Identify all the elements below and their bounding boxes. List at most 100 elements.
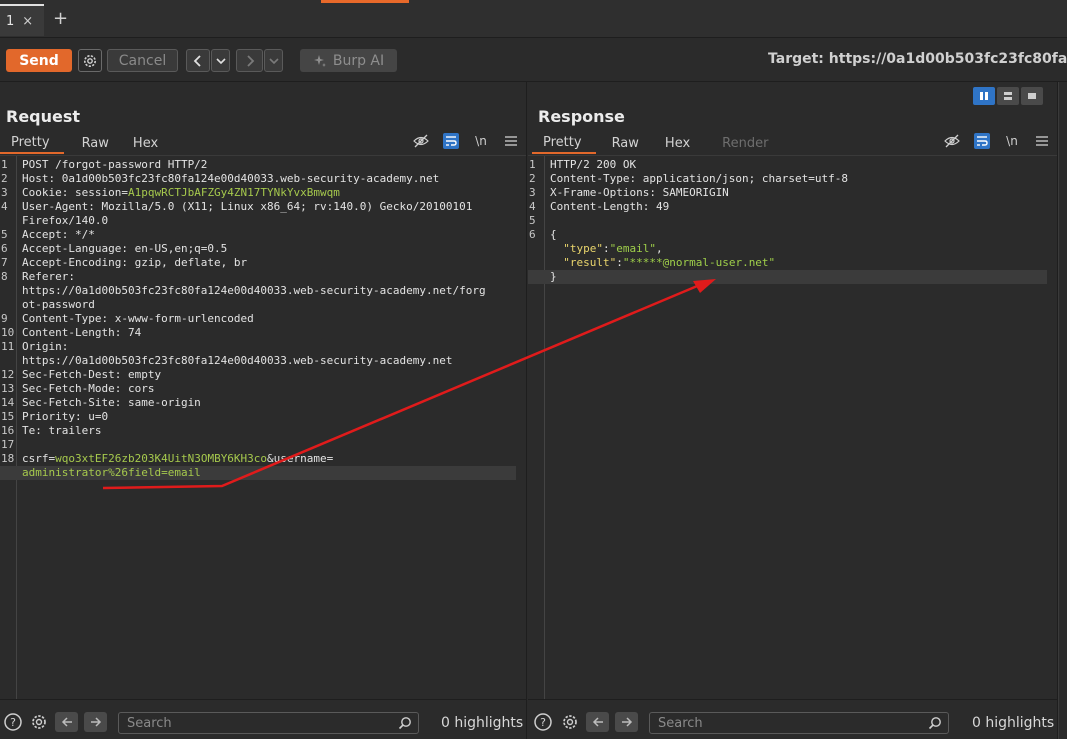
next-match-button[interactable]	[84, 712, 107, 732]
line-text: Content-Type: x-www-form-urlencoded	[22, 312, 254, 325]
line-number: 11	[1, 340, 15, 353]
code-line: 2 Content-Type: application/json; charset…	[528, 172, 1047, 186]
code-line: "type":"email",	[528, 242, 1047, 256]
svg-text:?: ?	[10, 716, 16, 729]
settings-gear-button[interactable]	[78, 49, 102, 72]
side-panel-strip	[1058, 82, 1067, 739]
forward-history-dropdown[interactable]	[264, 49, 283, 72]
tab-raw[interactable]: Raw	[64, 132, 123, 154]
line-number: 10	[1, 326, 15, 339]
chevron-down-icon	[268, 57, 279, 64]
tab-render[interactable]: Render	[704, 132, 782, 154]
wrap-lines-icon[interactable]	[974, 133, 990, 149]
search-icon	[398, 716, 412, 734]
response-tools: \n	[944, 133, 1050, 149]
line-number: 5	[529, 214, 536, 227]
previous-match-button[interactable]	[55, 712, 78, 732]
code-line: 2 Host: 0a1d00b503fc23fc80fa124e00d40033.…	[0, 172, 516, 186]
line-number: 18	[1, 452, 15, 465]
newline-toggle-icon[interactable]: \n	[473, 133, 489, 149]
chevron-right-icon	[246, 54, 254, 67]
line-number: 6	[1, 242, 8, 255]
burp-ai-button[interactable]: Burp AI	[300, 49, 397, 72]
code-line: 18 csrf=wqo3xtEF26zb203K4UitN3OMBY6KH3co&…	[0, 452, 516, 466]
code-line: 8 Referer:	[0, 270, 516, 284]
forward-button[interactable]	[236, 49, 263, 72]
line-text: Accept-Language: en-US,en;q=0.5	[22, 242, 228, 255]
line-number: 4	[529, 200, 536, 213]
tab-raw[interactable]: Raw	[596, 132, 653, 154]
code-line: 6 Accept-Language: en-US,en;q=0.5	[0, 242, 516, 256]
gear-icon[interactable]	[559, 712, 581, 732]
tab-1[interactable]: 1 ×	[0, 4, 44, 36]
chevron-down-icon	[215, 57, 226, 64]
code-line: 3 Cookie: session=A1pqwRCTJbAFZGy4ZN17TYN…	[0, 186, 516, 200]
search-placeholder: Search	[127, 715, 172, 731]
code-line: 1 POST /forgot-password HTTP/2	[0, 158, 516, 172]
wrap-lines-icon[interactable]	[443, 133, 459, 149]
line-number: 7	[1, 256, 8, 269]
back-button[interactable]	[186, 49, 210, 72]
hide-eye-icon[interactable]	[944, 133, 960, 149]
tab-pretty[interactable]: Pretty	[0, 132, 64, 154]
search-input[interactable]: Search	[118, 712, 419, 734]
newline-toggle-icon[interactable]: \n	[1004, 133, 1020, 149]
line-text: Sec-Fetch-Site: same-origin	[22, 396, 201, 409]
next-match-button[interactable]	[615, 712, 638, 732]
close-icon[interactable]: ×	[22, 14, 33, 29]
line-text: Content-Length: 74	[22, 326, 142, 339]
request-title: Request	[6, 107, 81, 126]
response-panel: Response Pretty Raw Hex Render \n 1 HTTP/…	[528, 82, 1058, 739]
code-line: 5	[528, 214, 1047, 228]
tab-pretty[interactable]: Pretty	[532, 132, 596, 154]
line-number: 9	[1, 312, 8, 325]
add-tab-icon[interactable]: +	[53, 8, 68, 29]
single-pane-icon	[1028, 93, 1036, 99]
tab-hex[interactable]: Hex	[653, 132, 704, 154]
tab-hex[interactable]: Hex	[123, 132, 172, 154]
request-lines: 1 POST /forgot-password HTTP/2 2 Host: 0a1d…	[0, 158, 516, 480]
line-number: 3	[1, 186, 8, 199]
active-indicator	[321, 0, 409, 3]
line-number	[0, 298, 17, 312]
help-icon[interactable]: ?	[2, 712, 24, 732]
code-line: }	[528, 270, 1047, 284]
line-text: Accept-Encoding: gzip, deflate, br	[22, 256, 248, 269]
line-text: Sec-Fetch-Dest: empty	[22, 368, 162, 381]
send-button[interactable]: Send	[6, 49, 72, 72]
target-url[interactable]: Target: https://0a1d00b503fc23fc80fa124e…	[768, 51, 1067, 67]
menu-icon[interactable]	[1034, 133, 1050, 149]
help-icon[interactable]: ?	[532, 712, 554, 732]
line-text: X-Frame-Options: SAMEORIGIN	[550, 186, 729, 199]
code-line: 7 Accept-Encoding: gzip, deflate, br	[0, 256, 516, 270]
request-tools: \n	[413, 133, 519, 149]
previous-match-button[interactable]	[586, 712, 609, 732]
line-text: Referer:	[22, 270, 75, 283]
line-text: csrf=wqo3xtEF26zb203K4UitN3OMBY6KH3co&us…	[22, 452, 334, 465]
split-vertical-layout-button[interactable]	[997, 87, 1019, 105]
request-panel: Request Pretty Raw Hex \n 1 POST /forgot-…	[0, 82, 527, 739]
line-text	[17, 438, 22, 452]
gear-icon[interactable]	[28, 712, 50, 732]
hide-eye-icon[interactable]	[413, 133, 429, 149]
code-line: "result":"*****@normal-user.net"	[528, 256, 1047, 270]
arrow-left-icon	[61, 717, 72, 727]
cancel-button[interactable]: Cancel	[107, 49, 178, 72]
menu-icon[interactable]	[503, 133, 519, 149]
code-line: 9 Content-Type: x-www-form-urlencoded	[0, 312, 516, 326]
line-text: Sec-Fetch-Mode: cors	[22, 382, 155, 395]
svg-text:?: ?	[540, 716, 546, 729]
line-number: 1	[1, 158, 8, 171]
line-text: User-Agent: Mozilla/5.0 (X11; Linux x86_…	[22, 200, 473, 213]
tab-number: 1	[6, 13, 15, 29]
tabbed-layout-button[interactable]	[1021, 87, 1043, 105]
line-number: 1	[529, 158, 536, 171]
split-horizontal-layout-button[interactable]	[973, 87, 995, 105]
response-editor[interactable]: 1 HTTP/2 200 OK 2 Content-Type: application…	[528, 155, 1057, 699]
rows-icon	[1004, 92, 1012, 100]
chevron-left-icon	[193, 54, 201, 67]
request-editor[interactable]: 1 POST /forgot-password HTTP/2 2 Host: 0a1d…	[0, 155, 526, 699]
tab-bar: 1 × +	[0, 0, 1067, 38]
back-history-dropdown[interactable]	[211, 49, 230, 72]
search-input[interactable]: Search	[649, 712, 949, 734]
